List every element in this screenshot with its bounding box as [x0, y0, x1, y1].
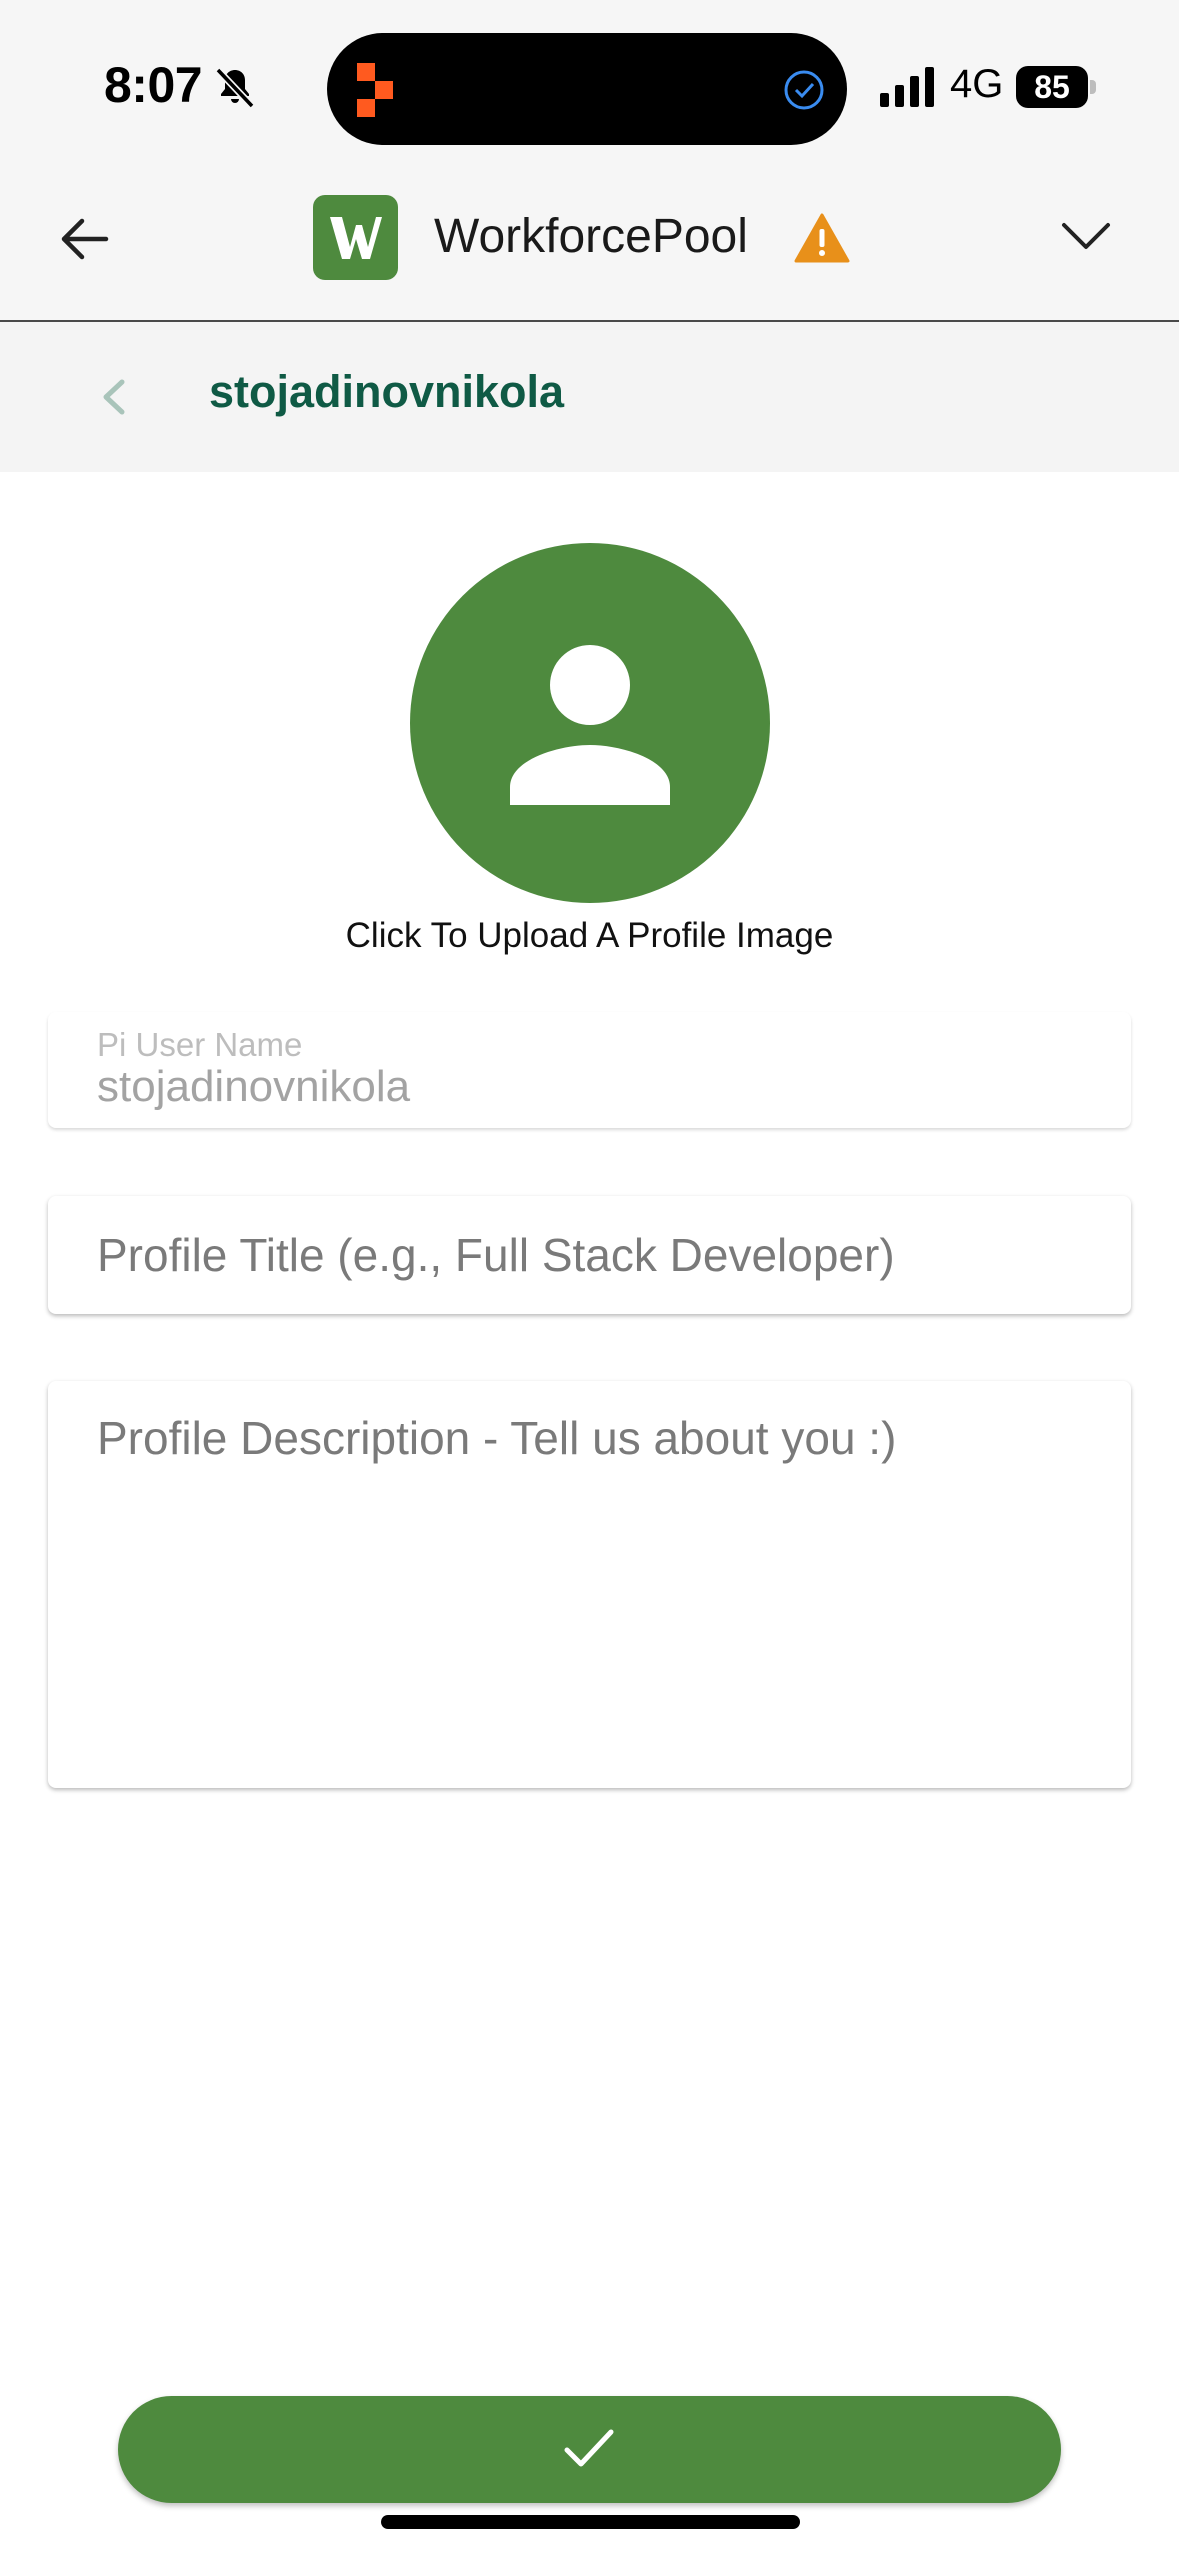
app-title: WorkforcePool	[434, 210, 748, 263]
username-label: Pi User Name	[97, 1026, 303, 1063]
app-activity-icon	[357, 63, 393, 117]
chevron-down-icon[interactable]	[1060, 215, 1112, 255]
battery-cap	[1090, 80, 1096, 94]
battery-level: 85	[1016, 66, 1088, 108]
network-type: 4G	[950, 62, 1004, 106]
status-bar: 8:07 4G 85	[0, 0, 1179, 175]
page-title: stojadinovnikola	[209, 366, 565, 417]
upload-caption[interactable]: Click To Upload A Profile Image	[0, 916, 1179, 956]
save-button[interactable]	[118, 2396, 1061, 2503]
bell-muted-icon	[215, 67, 255, 109]
profile-title-field	[48, 1196, 1131, 1314]
app-header: WorkforcePool	[0, 175, 1179, 322]
home-indicator[interactable]	[381, 2515, 800, 2529]
dynamic-island	[327, 33, 847, 145]
username-value: stojadinovnikola	[97, 1062, 411, 1111]
profile-description-input[interactable]	[48, 1381, 1131, 1788]
profile-description-field	[48, 1381, 1131, 1788]
check-circle-icon	[784, 70, 824, 110]
profile-title-input[interactable]	[48, 1196, 1131, 1314]
screen: 8:07 4G 85 WorkforcePool stojadinovnikol…	[0, 0, 1179, 2556]
status-time: 8:07	[104, 57, 203, 113]
page-subheader: stojadinovnikola	[0, 322, 1179, 472]
battery-icon: 85	[1016, 66, 1096, 108]
arrow-left-icon[interactable]	[52, 205, 120, 273]
app-logo	[313, 195, 398, 280]
warning-icon[interactable]	[794, 213, 850, 263]
person-icon	[510, 645, 670, 805]
checkmark-icon	[564, 2429, 614, 2467]
profile-image-upload[interactable]	[410, 543, 770, 903]
username-field: Pi User Name stojadinovnikola	[48, 1012, 1131, 1128]
logo-w-icon	[330, 217, 382, 259]
cellular-signal-icon	[880, 67, 934, 107]
chevron-left-icon[interactable]	[96, 372, 130, 422]
